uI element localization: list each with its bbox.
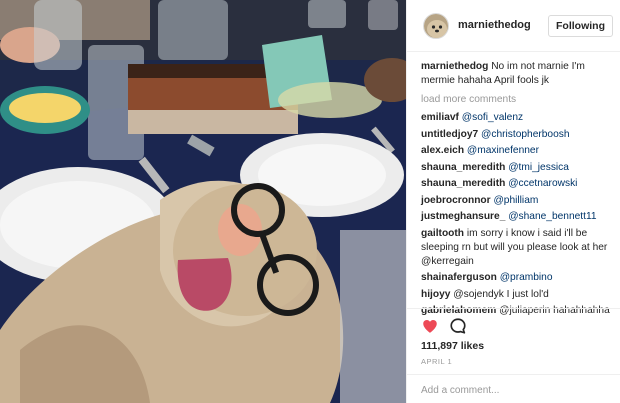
comment-item: shainaferguson @prambino	[421, 271, 615, 285]
comment-item: shauna_meredith @ccetnarowski	[421, 177, 615, 191]
caption-username[interactable]: marniethedog	[421, 61, 488, 72]
comment-text[interactable]: @prambino	[500, 272, 553, 283]
comment-item: untitledjoy7 @christopherboosh	[421, 128, 615, 142]
add-comment-bar	[407, 374, 620, 403]
comments-list: marniethedog No im not marnie I'm mermie…	[421, 60, 615, 321]
comment-item: shauna_meredith @tmi_jessica	[421, 161, 615, 175]
speech-bubble-icon[interactable]	[449, 317, 467, 335]
load-more-comments-link[interactable]: load more comments	[421, 93, 615, 107]
comment-item: hijoyy @sojendyk I just lol'd	[421, 288, 615, 302]
add-comment-input[interactable]	[421, 382, 607, 398]
comment-text[interactable]: @sofi_valenz	[462, 112, 523, 123]
comment-item: joebrocronnor @philliam	[421, 194, 615, 208]
comment-text: @sojendyk I just lol'd	[453, 288, 549, 300]
comment-username[interactable]: gailtooth	[421, 228, 464, 239]
comment-username[interactable]: justmeghansure_	[421, 211, 505, 222]
comment-text[interactable]: @ccetnarowski	[508, 178, 577, 189]
comment-username[interactable]: emiliavf	[421, 112, 459, 123]
comment-username[interactable]: shauna_meredith	[421, 162, 505, 173]
comment-username[interactable]: shauna_meredith	[421, 178, 505, 189]
comment-item: gailtooth im sorry i know i said i'll be…	[421, 227, 615, 269]
post-sidebar: marniethedog Following marniethedog No i…	[406, 0, 620, 403]
comment-text[interactable]: @shane_bennett11	[508, 211, 596, 222]
post-date: APRIL 1	[421, 357, 453, 366]
dog-party-photo	[0, 0, 406, 403]
post-actions: 111,897 likes APRIL 1	[407, 308, 620, 403]
comment-item: emiliavf @sofi_valenz	[421, 111, 615, 125]
likes-count[interactable]: 111,897 likes	[421, 340, 484, 352]
following-button[interactable]: Following	[548, 15, 613, 37]
comment-text[interactable]: @tmi_jessica	[508, 162, 569, 173]
comment-username[interactable]: alex.eich	[421, 145, 464, 156]
heart-icon[interactable]	[421, 317, 439, 335]
post-header: marniethedog Following	[407, 0, 620, 52]
comment-username[interactable]: untitledjoy7	[421, 129, 478, 140]
comment-username[interactable]: shainaferguson	[421, 272, 497, 283]
comment-item: justmeghansure_ @shane_bennett11	[421, 210, 615, 224]
comment-text[interactable]: @christopherboosh	[481, 129, 570, 140]
comment-username[interactable]: hijoyy	[421, 289, 450, 300]
post-caption: marniethedog No im not marnie I'm mermie…	[421, 60, 615, 88]
comment-text[interactable]: @maxinefenner	[467, 145, 539, 156]
dog-avatar-icon[interactable]	[423, 13, 449, 39]
comment-item: alex.eich @maxinefenner	[421, 144, 615, 158]
post-username[interactable]: marniethedog	[458, 19, 531, 31]
comment-text[interactable]: @philliam	[493, 195, 538, 206]
comment-username[interactable]: joebrocronnor	[421, 195, 491, 206]
post-photo[interactable]	[0, 0, 406, 403]
